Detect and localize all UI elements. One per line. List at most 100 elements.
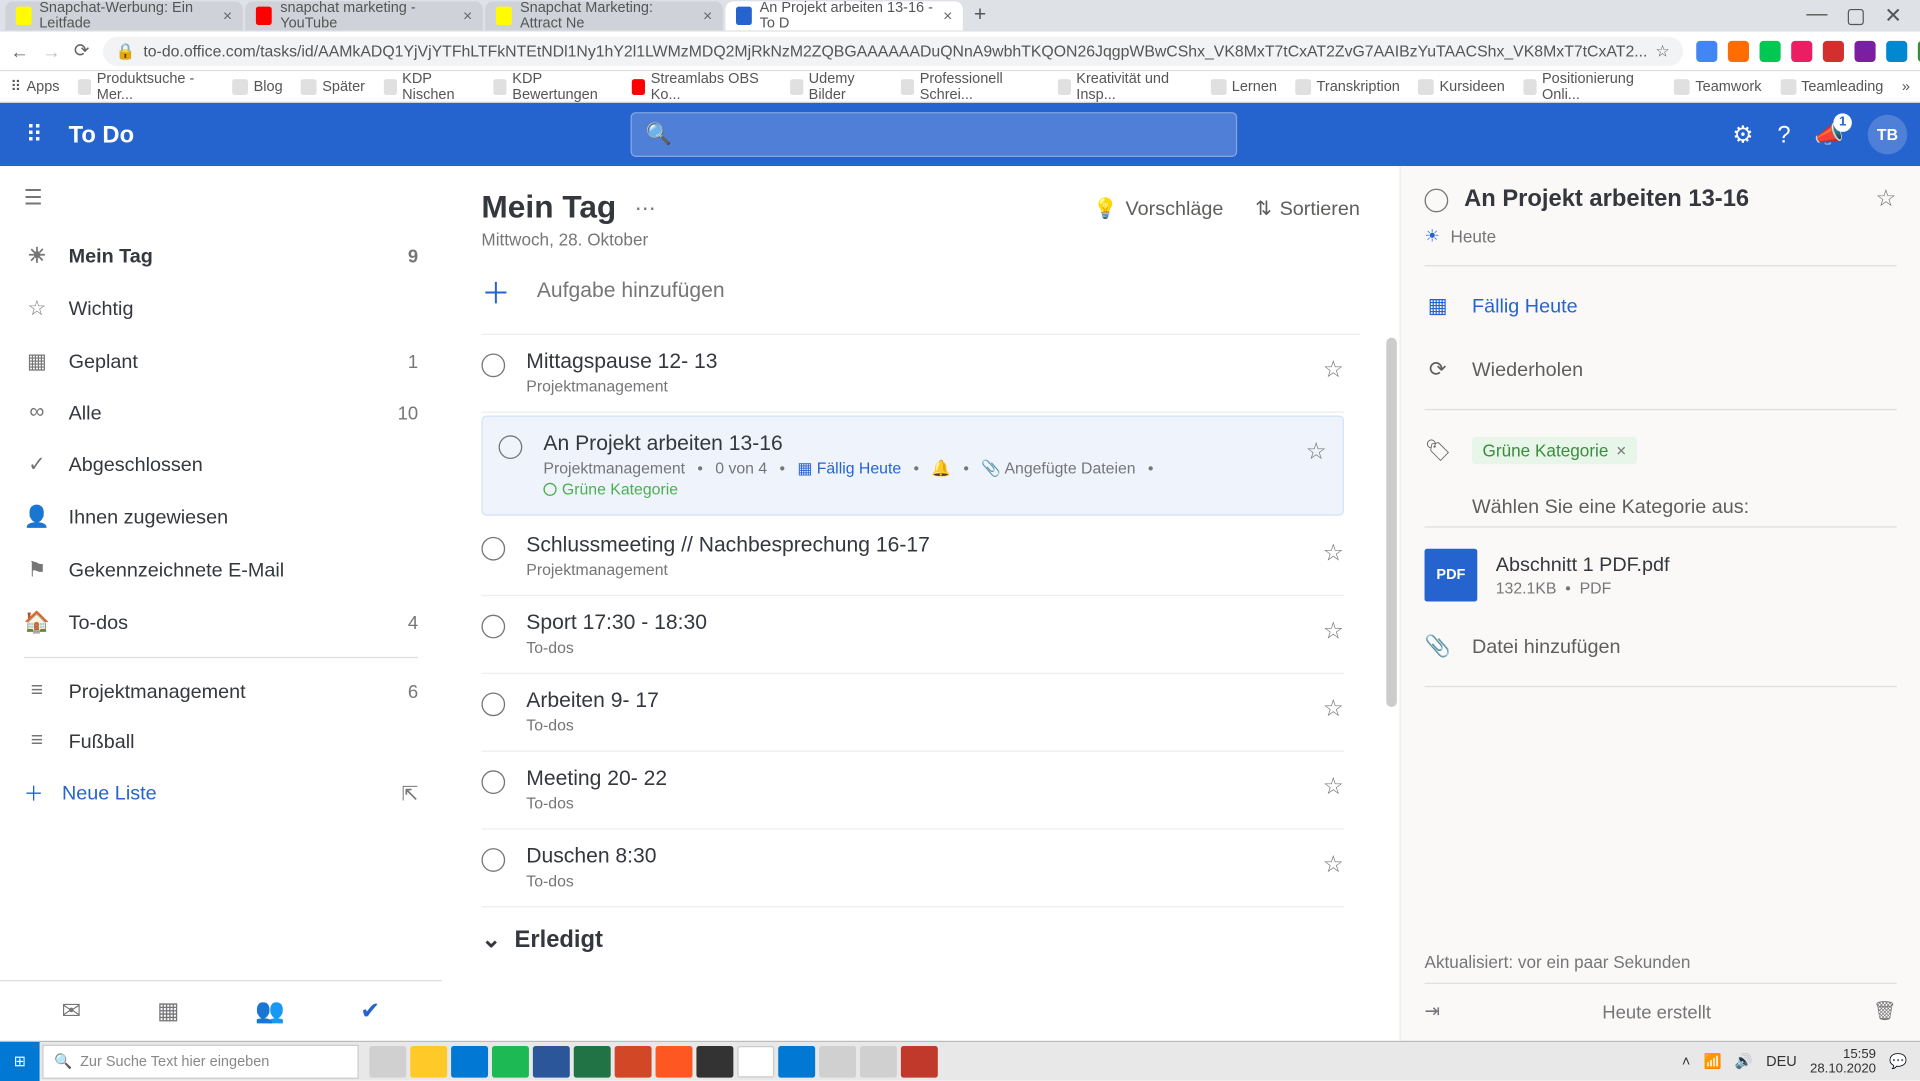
completed-section-toggle[interactable]: ⌄Erledigt xyxy=(481,907,1344,972)
explorer-icon[interactable] xyxy=(410,1045,447,1077)
bookmark[interactable]: ⠿Apps xyxy=(11,78,60,95)
add-task-input[interactable]: ＋ Aufgabe hinzufügen xyxy=(481,249,1359,335)
complete-toggle[interactable] xyxy=(481,537,505,561)
bookmark[interactable]: Teamwork xyxy=(1674,78,1761,94)
bookmark[interactable]: Später xyxy=(301,78,365,94)
app-icon[interactable] xyxy=(819,1045,856,1077)
language-indicator[interactable]: DEU xyxy=(1766,1053,1797,1069)
task-row[interactable]: Schlussmeeting // Nachbesprechung 16-17 … xyxy=(481,518,1344,596)
sidebar-item[interactable]: ▦Geplant1 xyxy=(0,335,442,388)
star-icon[interactable]: ☆ xyxy=(1323,534,1344,567)
sidebar-item[interactable]: 🏠To-dos4 xyxy=(0,596,442,649)
bookmark[interactable]: Lernen xyxy=(1211,78,1277,94)
notifications-icon[interactable]: 💬 xyxy=(1889,1053,1907,1070)
bookmark[interactable]: Streamlabs OBS Ko... xyxy=(632,71,771,103)
bookmark[interactable]: KDP Nischen xyxy=(383,71,475,103)
wifi-icon[interactable]: 📶 xyxy=(1704,1053,1722,1070)
edge-icon[interactable] xyxy=(778,1045,815,1077)
extension-icon[interactable] xyxy=(1854,40,1875,61)
address-bar[interactable]: 🔒 to-do.office.com/tasks/id/AAMkADQ1YjVj… xyxy=(103,36,1683,65)
star-icon[interactable]: ☆ xyxy=(1323,351,1344,384)
powerpoint-icon[interactable] xyxy=(615,1045,652,1077)
close-window-icon[interactable]: ✕ xyxy=(1884,3,1902,29)
sidebar-item[interactable]: ∞Alle10 xyxy=(0,388,442,438)
excel-icon[interactable] xyxy=(574,1045,611,1077)
mail-icon[interactable]: ✉ xyxy=(62,997,82,1025)
avatar[interactable]: TB xyxy=(1868,115,1908,155)
share-list-icon[interactable]: ⇱ xyxy=(402,782,419,806)
bookmarks-overflow-icon[interactable]: » xyxy=(1902,78,1910,94)
add-file-button[interactable]: 📎 Datei hinzufügen xyxy=(1425,615,1897,678)
extension-icon[interactable] xyxy=(1759,40,1780,61)
category-tag[interactable]: Grüne Kategorie× xyxy=(1472,437,1637,465)
due-date-row[interactable]: ▦ Fällig Heute xyxy=(1425,274,1897,337)
maximize-icon[interactable]: ▢ xyxy=(1846,3,1866,29)
browser-tab[interactable]: snapchat marketing - YouTube× xyxy=(245,1,482,30)
people-icon[interactable]: 👥 xyxy=(255,997,285,1025)
search-input[interactable]: 🔍 xyxy=(630,112,1237,157)
bookmark[interactable]: Produktsuche - Mer... xyxy=(78,71,214,103)
close-icon[interactable]: × xyxy=(703,7,712,25)
feedback-icon[interactable]: 📣1 xyxy=(1814,121,1844,149)
suggestions-button[interactable]: 💡Vorschläge xyxy=(1093,197,1223,221)
calendar-icon[interactable]: ▦ xyxy=(157,997,179,1025)
spotify-icon[interactable] xyxy=(492,1045,529,1077)
extension-icon[interactable] xyxy=(1728,40,1749,61)
complete-toggle[interactable] xyxy=(481,848,505,872)
bookmark[interactable]: Transkription xyxy=(1295,78,1399,94)
sidebar-item[interactable]: ☀Mein Tag9 xyxy=(0,230,442,283)
complete-toggle[interactable] xyxy=(481,692,505,716)
bookmark[interactable]: KDP Bewertungen xyxy=(494,71,614,103)
star-icon[interactable]: ☆ xyxy=(1655,42,1669,60)
mail-app-icon[interactable] xyxy=(451,1045,488,1077)
extension-icon[interactable] xyxy=(1886,40,1907,61)
obs-icon[interactable] xyxy=(696,1045,733,1077)
app-icon[interactable] xyxy=(901,1045,938,1077)
star-icon[interactable]: ☆ xyxy=(1323,690,1344,723)
bookmark[interactable]: Udemy Bilder xyxy=(790,71,883,103)
close-icon[interactable]: × xyxy=(463,7,472,25)
star-icon[interactable]: ☆ xyxy=(1323,845,1344,878)
complete-toggle[interactable] xyxy=(499,435,523,459)
app-launcher-icon[interactable]: ⠿ xyxy=(13,113,55,155)
more-icon[interactable]: ⋯ xyxy=(635,195,656,221)
task-row[interactable]: Meeting 20- 22 To-dos ☆ xyxy=(481,752,1344,830)
taskbar-search[interactable]: 🔍Zur Suche Text hier eingeben xyxy=(42,1044,359,1078)
extension-icon[interactable] xyxy=(1696,40,1717,61)
help-icon[interactable]: ? xyxy=(1777,121,1790,149)
bookmark[interactable]: Blog xyxy=(232,78,282,94)
sidebar-item[interactable]: ⚑Gekennzeichnete E-Mail xyxy=(0,543,442,596)
complete-toggle[interactable] xyxy=(481,770,505,794)
star-icon[interactable]: ☆ xyxy=(1306,433,1327,466)
chrome-icon[interactable] xyxy=(737,1045,774,1077)
category-row[interactable]: 🏷 Grüne Kategorie× xyxy=(1425,418,1897,483)
sort-button[interactable]: ⇅Sortieren xyxy=(1255,197,1360,221)
task-row[interactable]: Mittagspause 12- 13 Projektmanagement ☆ xyxy=(481,335,1344,413)
browser-tab-active[interactable]: An Projekt arbeiten 13-16 - To D× xyxy=(725,1,962,30)
star-icon[interactable]: ☆ xyxy=(1323,768,1344,801)
task-row[interactable]: An Projekt arbeiten 13-16 Projektmanagem… xyxy=(481,415,1344,515)
complete-toggle[interactable] xyxy=(481,615,505,639)
bookmark[interactable]: Teamleading xyxy=(1780,78,1883,94)
volume-icon[interactable]: 🔊 xyxy=(1735,1053,1753,1070)
hamburger-icon[interactable]: ☰ xyxy=(0,166,442,229)
remove-category-icon[interactable]: × xyxy=(1616,441,1626,461)
sidebar-item[interactable]: ✓Abgeschlossen xyxy=(0,438,442,491)
close-icon[interactable]: × xyxy=(223,7,232,25)
sidebar-item[interactable]: ☆Wichtig xyxy=(0,282,442,335)
star-icon[interactable]: ☆ xyxy=(1323,612,1344,645)
taskview-icon[interactable] xyxy=(369,1045,406,1077)
app-icon[interactable] xyxy=(860,1045,897,1077)
delete-task-icon[interactable]: 🗑 xyxy=(1873,1000,1896,1022)
bookmark[interactable]: Positionierung Onli... xyxy=(1523,71,1656,103)
back-icon[interactable]: ← xyxy=(11,40,29,61)
task-row[interactable]: Duschen 8:30 To-dos ☆ xyxy=(481,830,1344,908)
app-icon[interactable] xyxy=(656,1045,693,1077)
todo-icon[interactable]: ✔ xyxy=(360,997,380,1025)
sidebar-list[interactable]: ≡Fußball xyxy=(0,716,442,766)
bookmark[interactable]: Professionell Schrei... xyxy=(901,71,1039,103)
new-list-button[interactable]: ＋ Neue Liste ⇱ xyxy=(0,766,442,820)
close-icon[interactable]: × xyxy=(943,7,952,25)
word-icon[interactable] xyxy=(533,1045,570,1077)
attachment-row[interactable]: PDF Abschnitt 1 PDF.pdf 132.1KB • PDF xyxy=(1425,536,1897,615)
